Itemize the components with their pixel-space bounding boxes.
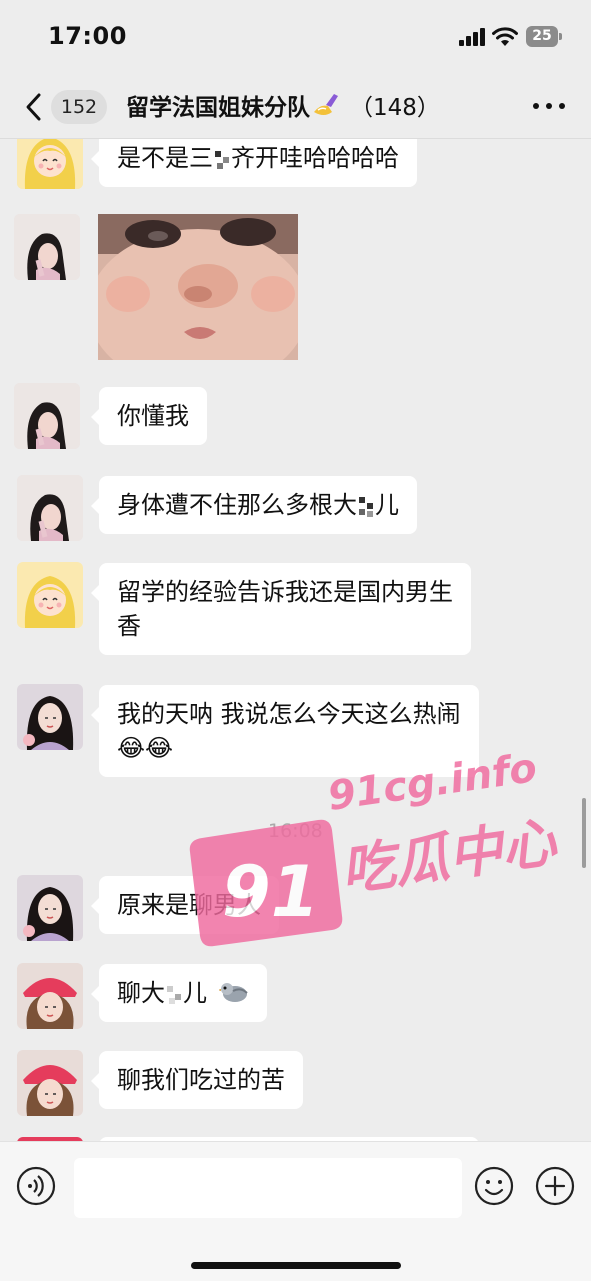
message-bubble[interactable]: 我的天呐 我说怎么今天这么热闹 😂😂 (91, 685, 479, 777)
voice-icon[interactable] (16, 1166, 56, 1206)
message-list[interactable]: 是不是三 齐开哇哈哈哈哈 你懂我 身体遭不住那么多根大儿 留学的经验告诉我还是国… (0, 139, 591, 1141)
mosaic-censor (213, 147, 231, 171)
message-bubble[interactable]: 聊大儿 (91, 964, 267, 1022)
message-bubble[interactable]: 身体遭不住那么多根大儿 (91, 476, 417, 534)
battery-level: 25 (532, 28, 552, 44)
wifi-icon (492, 27, 518, 46)
status-bar: 17:00 25 (0, 0, 591, 76)
avatar-pink-hat-girl[interactable] (17, 1050, 83, 1116)
message-text: 😂😂 (117, 734, 174, 762)
message-bubble[interactable]: 是不是三 齐开哇哈哈哈哈 (91, 139, 417, 187)
message-text: 原来是聊男人 (117, 891, 261, 919)
home-indicator[interactable] (191, 1262, 401, 1269)
pigeon-icon (217, 983, 248, 1002)
message-text: 香 (117, 612, 141, 640)
avatar-anime-girl[interactable] (17, 139, 83, 189)
message-text: 留学的经验告诉我还是国内男生 (117, 578, 453, 606)
message-text: 齐开哇哈哈哈哈 (231, 144, 399, 172)
nail-polish-icon (314, 94, 338, 115)
avatar-girl-photo[interactable] (14, 383, 80, 449)
message-text: 你懂我 (117, 402, 189, 430)
message-bubble[interactable]: 你懂我 (91, 387, 207, 445)
chevron-left-icon[interactable] (20, 90, 50, 124)
more-icon[interactable] (533, 103, 567, 113)
message-text: 儿 (183, 979, 207, 1007)
page-title: 留学法国姐妹分队 （148） (126, 90, 440, 125)
avatar-girl-photo[interactable] (17, 475, 83, 541)
cellular-signal-icon (459, 28, 485, 46)
mosaic-censor (165, 982, 183, 1006)
message-text: 聊大 (117, 979, 165, 1007)
chat-header: 152 留学法国姐妹分队 （148） (0, 76, 591, 139)
group-name: 留学法国姐妹分队 (126, 95, 310, 121)
message-text: 聊我们吃过的苦 (117, 1066, 285, 1094)
input-bar (0, 1141, 591, 1281)
message-bubble[interactable]: 原来是聊男人 (91, 876, 279, 934)
message-bubble[interactable]: 留学的经验告诉我还是国内男生 香 (91, 563, 471, 655)
baby-sticker-image[interactable] (98, 214, 298, 360)
scrollbar[interactable] (582, 798, 586, 868)
message-bubble[interactable]: 聊我们吃过的苦 (91, 1051, 303, 1109)
message-input[interactable] (74, 1158, 462, 1218)
mosaic-censor (357, 494, 375, 518)
avatar-anime-girl[interactable] (17, 562, 83, 628)
message-timestamp: 16:08 (268, 820, 323, 842)
message-text: 我的天呐 我说怎么今天这么热闹 (117, 700, 461, 728)
avatar-girl-photo[interactable] (14, 214, 80, 280)
battery-icon: 25 (526, 26, 564, 47)
avatar-woman-photo[interactable] (17, 875, 83, 941)
avatar-woman-photo[interactable] (17, 684, 83, 750)
member-count: （148） (350, 95, 440, 121)
clock: 17:00 (48, 22, 127, 50)
avatar-pink-hat-girl[interactable] (17, 963, 83, 1029)
smiley-icon[interactable] (474, 1166, 514, 1206)
message-text: 是不是三 (117, 144, 213, 172)
message-text: 身体遭不住那么多根大 (117, 491, 357, 519)
message-text: 儿 (375, 491, 399, 519)
unread-badge[interactable]: 152 (51, 90, 107, 124)
plus-icon[interactable] (535, 1166, 575, 1206)
